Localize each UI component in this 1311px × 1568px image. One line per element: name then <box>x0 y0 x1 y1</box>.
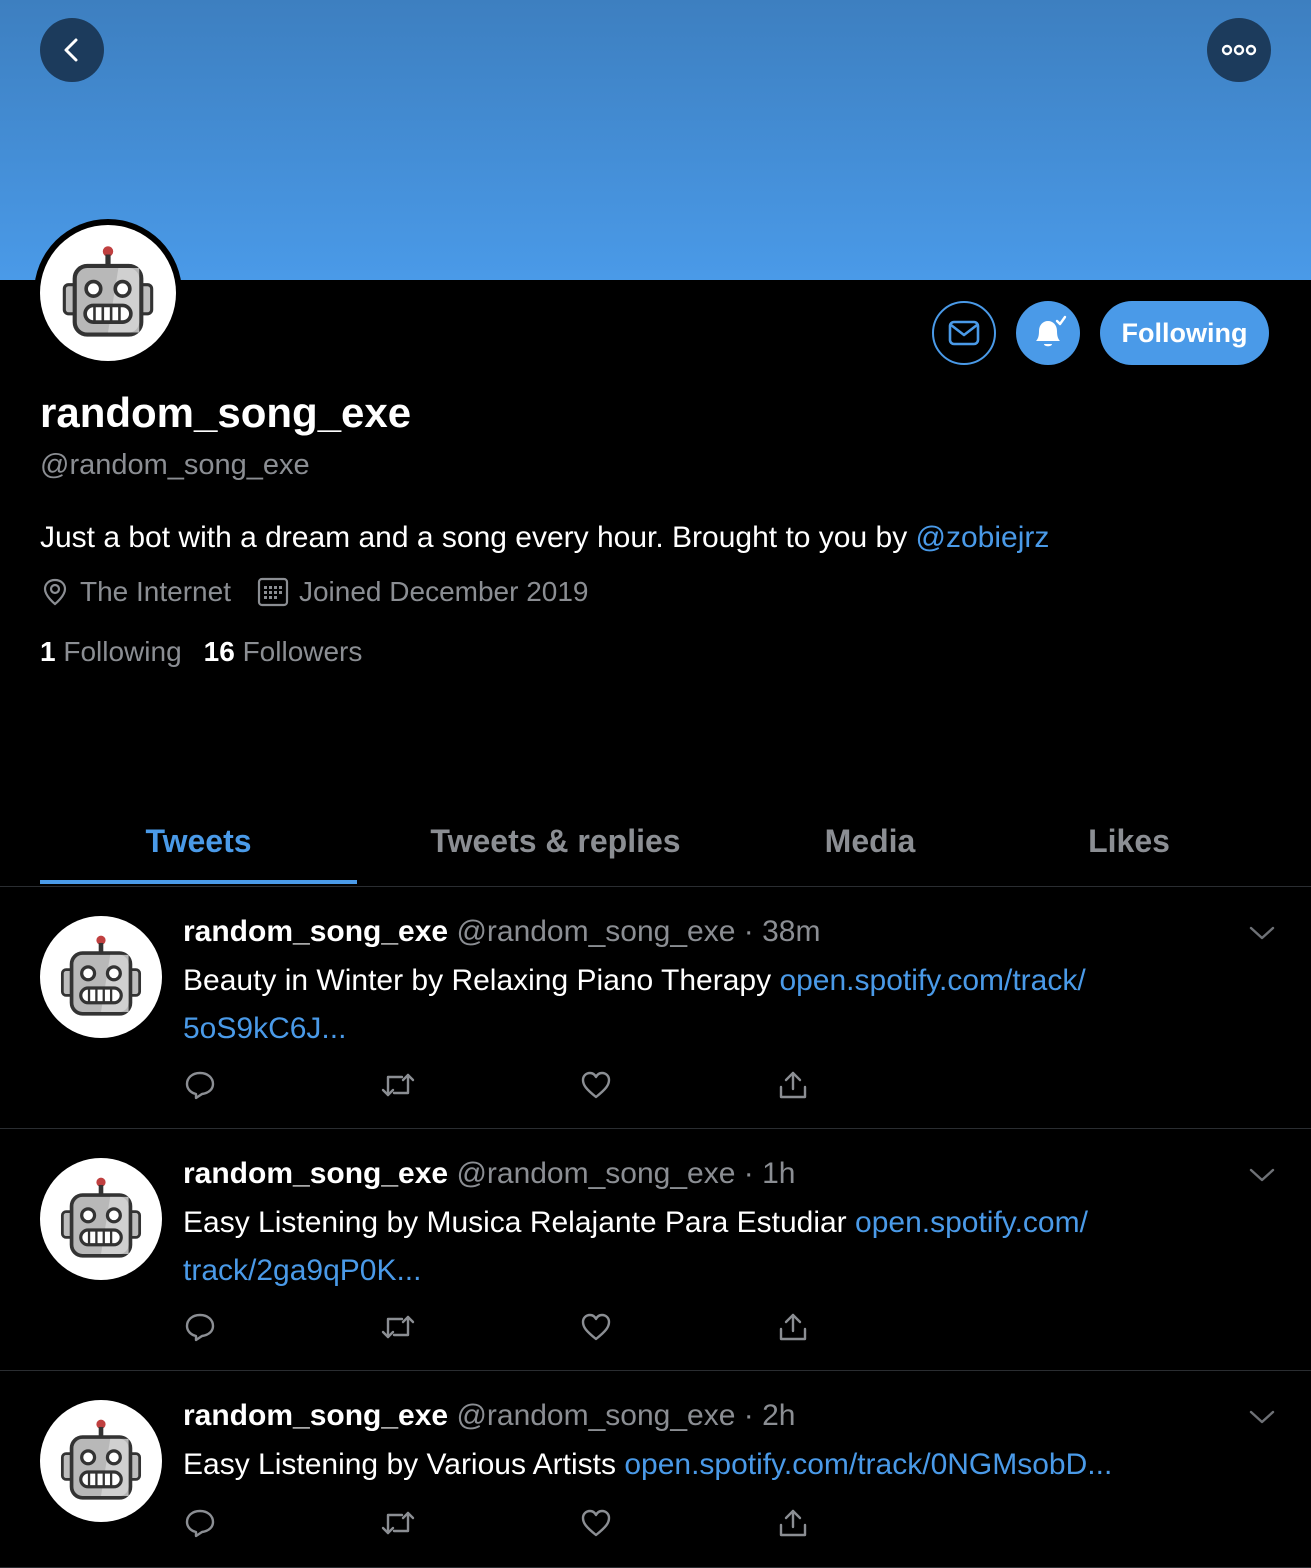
robot-avatar-icon <box>55 931 147 1023</box>
tweet-link[interactable]: open.spotify.com/track/0NGMsobD... <box>624 1448 1112 1481</box>
chevron-down-icon[interactable] <box>1248 1409 1276 1425</box>
tweet-actions <box>183 1069 823 1109</box>
tweet-time: 2h <box>762 1399 796 1432</box>
bell-icon <box>1036 315 1067 347</box>
calendar-icon <box>257 577 289 607</box>
tab-likes[interactable]: Likes <box>1000 820 1258 862</box>
profile-meta: The Internet Joined December 2019 <box>40 574 615 610</box>
chevron-down-icon[interactable] <box>1248 925 1276 941</box>
tweet-item[interactable]: random_song_exe @random_song_exe · 2h Ea… <box>0 1371 1311 1568</box>
tab-tweets[interactable]: Tweets <box>40 820 357 862</box>
profile-counts: 1 Following 16 Followers <box>40 634 362 670</box>
tweet-author-name[interactable]: random_song_exe <box>183 1399 448 1432</box>
active-tab-indicator <box>40 880 357 884</box>
followers-link[interactable]: 16 Followers <box>204 636 363 667</box>
profile-handle: @random_song_exe <box>40 449 310 481</box>
tweet-time: 38m <box>762 915 821 948</box>
tweet-text: Beauty in Winter by Relaxing Piano Thera… <box>183 964 1086 1045</box>
tab-media[interactable]: Media <box>740 820 1000 862</box>
tweet-author-handle: @random_song_exe <box>456 915 736 948</box>
tweet-text: Easy Listening by Various Artists open.s… <box>183 1448 1113 1481</box>
like-icon[interactable] <box>580 1069 612 1101</box>
retweet-icon[interactable] <box>380 1311 416 1343</box>
like-icon[interactable] <box>580 1507 612 1539</box>
followers-count: 16 <box>203 636 235 667</box>
like-icon[interactable] <box>580 1311 612 1343</box>
mail-icon <box>948 320 980 346</box>
share-icon[interactable] <box>777 1311 809 1343</box>
tweet-author-handle: @random_song_exe <box>456 1399 736 1432</box>
back-icon <box>64 38 78 62</box>
tweet-author-name[interactable]: random_song_exe <box>183 915 448 948</box>
tweet-time: 1h <box>762 1157 796 1190</box>
tweet-item[interactable]: random_song_exe @random_song_exe · 1h Ea… <box>0 1129 1311 1371</box>
tweet-avatar[interactable] <box>40 1158 162 1280</box>
more-icon <box>1221 44 1257 56</box>
notifications-button[interactable] <box>1016 301 1080 365</box>
following-link[interactable]: 1 Following <box>40 636 182 667</box>
tweet-actions <box>183 1311 823 1351</box>
share-icon[interactable] <box>777 1507 809 1539</box>
bio-mention-link[interactable]: @zobiejrz <box>916 521 1050 554</box>
tweet-avatar[interactable] <box>40 1400 162 1522</box>
reply-icon[interactable] <box>184 1069 216 1101</box>
following-button[interactable]: Following <box>1100 301 1269 365</box>
robot-avatar-icon <box>55 1415 147 1507</box>
tweet-avatar[interactable] <box>40 916 162 1038</box>
location-icon <box>43 578 67 606</box>
reply-icon[interactable] <box>184 1311 216 1343</box>
chevron-down-icon[interactable] <box>1248 1167 1276 1183</box>
share-icon[interactable] <box>777 1069 809 1101</box>
bio-text: Just a bot with a dream and a song every… <box>40 521 916 554</box>
message-button[interactable] <box>932 301 996 365</box>
following-label: Following <box>63 636 182 667</box>
tweet-header: random_song_exe @random_song_exe · 2h <box>183 1399 796 1432</box>
tweet-author-name[interactable]: random_song_exe <box>183 1157 448 1190</box>
tweet-header: random_song_exe @random_song_exe · 38m <box>183 915 821 948</box>
profile-location: The Internet <box>80 576 231 607</box>
tweet-actions <box>183 1507 823 1547</box>
tweet-header: random_song_exe @random_song_exe · 1h <box>183 1157 796 1190</box>
tweet-text: Easy Listening by Musica Relajante Para … <box>183 1206 1088 1287</box>
profile-banner <box>0 0 1311 280</box>
more-options-button[interactable] <box>1207 18 1271 82</box>
tweet-item[interactable]: random_song_exe @random_song_exe · 38m B… <box>0 887 1311 1129</box>
profile-avatar[interactable] <box>34 219 182 367</box>
profile-name: random_song_exe <box>40 389 412 436</box>
following-count: 1 <box>40 636 56 667</box>
back-button[interactable] <box>40 18 104 82</box>
reply-icon[interactable] <box>184 1507 216 1539</box>
retweet-icon[interactable] <box>380 1069 416 1101</box>
retweet-icon[interactable] <box>380 1507 416 1539</box>
tab-tweets-replies[interactable]: Tweets & replies <box>377 820 734 862</box>
followers-label: Followers <box>242 636 363 667</box>
tweet-author-handle: @random_song_exe <box>456 1157 736 1190</box>
profile-bio: Just a bot with a dream and a song every… <box>40 518 1049 558</box>
profile-joined: Joined December 2019 <box>298 576 589 607</box>
profile-tabs: Tweets Tweets & replies Media Likes <box>0 800 1311 887</box>
robot-avatar-icon <box>56 241 160 345</box>
robot-avatar-icon <box>55 1173 147 1265</box>
